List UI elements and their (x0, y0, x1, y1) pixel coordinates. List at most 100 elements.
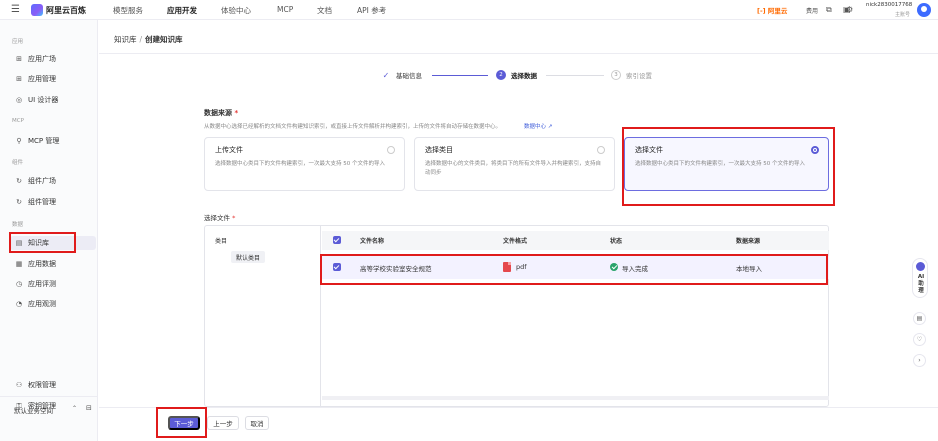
card-title: 选择类目 (425, 146, 453, 154)
column-status: 状态 (610, 238, 623, 245)
sidebar-item-label: MCP 管理 (28, 137, 60, 145)
card-desc: 选择数据中心的文件类目，将类目下的所有文件导入并构建索引，支持自动同步 (425, 161, 602, 176)
sidebar-item-mcp-manage[interactable]: ⚲ MCP 管理 (10, 134, 96, 148)
step-connector-todo (546, 75, 604, 76)
data-source-title: 数据来源 * (204, 108, 238, 118)
select-all-checkbox[interactable] (333, 236, 341, 244)
source-card-upload[interactable]: 上传文件 选择数据中心类目下的文件构建索引，一次最大支持 50 个文件的导入 (204, 137, 405, 191)
data-center-link[interactable]: 数据中心 ↗ (524, 122, 552, 130)
console-icon[interactable]: ⧉ (826, 5, 832, 15)
menu-icon[interactable]: ☰ (11, 5, 20, 15)
card-title: 上传文件 (215, 146, 243, 154)
ai-assistant-button[interactable]: AI 助理 (912, 258, 928, 298)
ai-assistant-icon (916, 262, 925, 271)
annotation-box-knowledge (9, 232, 76, 253)
aliyun-brand[interactable]: [-] 阿里云 (757, 5, 787, 15)
breadcrumb-separator: / (139, 35, 143, 44)
sidebar-item-label: 应用管理 (28, 75, 56, 83)
column-format: 文件格式 (503, 238, 528, 245)
avatar[interactable] (917, 3, 931, 17)
source-card-category[interactable]: 选择类目 选择数据中心的文件类目，将类目下的所有文件导入并构建索引，支持自动同步 (414, 137, 615, 191)
sidebar-item-permission[interactable]: ⚇ 权限管理 (10, 378, 96, 392)
mcp-icon: ⚲ (16, 137, 22, 145)
heart-icon[interactable]: ♡ (913, 333, 926, 346)
breadcrumb-parent[interactable]: 知识库 (114, 35, 137, 44)
file-select-panel: 类目 默认类目 文件名称 文件格式 状态 数据来源 高等学校实验室安全规范 pd… (204, 225, 829, 407)
header-divider (99, 53, 938, 54)
sidebar: 应用 ⊞ 应用广场 ⊞ 应用管理 ◎ UI 设计器 MCP ⚲ MCP 管理 组件 ↻ 组… (0, 20, 98, 441)
eval-icon: ◷ (15, 280, 23, 288)
component-manage-icon: ↻ (16, 198, 22, 206)
user-icon: ⚇ (15, 381, 23, 389)
annotation-box-file-row (320, 254, 828, 285)
sidebar-item-app-observe[interactable]: ◔ 应用观测 (10, 297, 96, 311)
cancel-button[interactable]: 取消 (245, 416, 269, 430)
sidebar-item-app-data[interactable]: ▦ 应用数据 (10, 257, 96, 271)
section-components: 组件 (12, 160, 24, 166)
radio-button[interactable] (597, 146, 605, 154)
sidebar-item-comp-manage[interactable]: ↻ 组件管理 (10, 195, 96, 209)
chevron-up-icon[interactable]: ⌃ (72, 405, 77, 412)
sidebar-item-label: 组件管理 (28, 198, 56, 206)
radio-button[interactable] (387, 146, 395, 154)
sidebar-item-label: 权限管理 (28, 381, 56, 389)
card-desc: 选择数据中心类目下的文件构建索引，一次最大支持 50 个文件的导入 (215, 161, 385, 167)
check-icon: ✓ (382, 70, 390, 80)
data-source-title-text: 数据来源 (204, 109, 232, 117)
data-icon: ▦ (15, 260, 23, 268)
breadcrumb: 知识库 / 创建知识库 (114, 34, 183, 45)
footer-divider (99, 407, 938, 408)
palette-icon: ◎ (15, 96, 23, 104)
sidebar-item-label: 应用评测 (28, 280, 56, 288)
sidebar-item-app-plaza[interactable]: ⊞ 应用广场 (10, 52, 96, 66)
step-label: 基础信息 (396, 72, 422, 80)
sidebar-item-label: UI 设计器 (28, 96, 59, 104)
annotation-box-select-file (622, 127, 835, 206)
ai-assistant-label: AI 助理 (917, 274, 925, 294)
prev-step-button[interactable]: 上一步 (207, 416, 239, 430)
step-index-settings: 3 索引设置 (611, 70, 652, 80)
user-name[interactable]: nick2830017768 (866, 2, 912, 8)
file-select-title: 选择文件 * (204, 212, 235, 222)
document-icon[interactable]: ▤ (913, 312, 926, 325)
sidebar-item-app-manage[interactable]: ⊞ 应用管理 (10, 72, 96, 86)
sidebar-item-app-eval[interactable]: ◷ 应用评测 (10, 277, 96, 291)
nav-docs[interactable]: 文档 (317, 5, 332, 16)
page-title: 创建知识库 (145, 35, 183, 44)
grid-icon: ⊞ (16, 55, 22, 63)
nav-model-service[interactable]: 模型服务 (113, 5, 143, 16)
file-select-title-text: 选择文件 (204, 214, 230, 222)
workspace-selector[interactable]: 默认业务空间 (14, 405, 53, 415)
nav-experience[interactable]: 体验中心 (221, 5, 251, 16)
section-mcp: MCP (12, 118, 24, 124)
fee-link[interactable]: 费用 (806, 6, 818, 15)
data-source-desc: 从数据中心选择已经解析的文档文件构建知识索引，或直接上传文件解析并构建索引，上传… (204, 124, 502, 130)
annotation-box-next (156, 407, 207, 438)
step-basic-info: ✓ 基础信息 (381, 70, 422, 81)
sidebar-item-label: 应用观测 (28, 300, 56, 308)
nav-api-ref[interactable]: API 参考 (357, 5, 386, 16)
category-item[interactable]: 默认类目 (231, 251, 266, 263)
top-bar: ☰ 阿里云百炼 模型服务 应用开发 体验中心 MCP 文档 API 参考 [-]… (0, 0, 938, 20)
user-role: 主账号 (895, 12, 911, 18)
step-connector-done (432, 75, 488, 76)
step-number: 3 (611, 70, 621, 80)
pie-icon: ◔ (15, 300, 23, 308)
table-header: 文件名称 文件格式 状态 数据来源 (322, 231, 829, 250)
step-label: 选择数据 (511, 72, 537, 80)
nav-mcp[interactable]: MCP (277, 5, 293, 14)
app-logo-text[interactable]: 阿里云百炼 (46, 5, 86, 16)
column-source: 数据来源 (736, 238, 761, 245)
chevron-right-icon[interactable]: › (913, 354, 926, 367)
section-apps: 应用 (12, 39, 24, 45)
sidebar-item-comp-plaza[interactable]: ↻ 组件广场 (10, 174, 96, 188)
gear-icon[interactable]: ⚙ (846, 5, 853, 14)
sidebar-item-ui-designer[interactable]: ◎ UI 设计器 (10, 93, 96, 107)
horizontal-scrollbar[interactable] (322, 396, 829, 400)
nav-app-dev[interactable]: 应用开发 (167, 5, 197, 16)
category-panel: 类目 默认类目 (205, 226, 321, 406)
category-label: 类目 (215, 238, 228, 245)
section-data: 数据 (12, 222, 24, 228)
logo-icon (31, 4, 43, 16)
collapse-sidebar-icon[interactable]: ⊟ (86, 404, 92, 412)
